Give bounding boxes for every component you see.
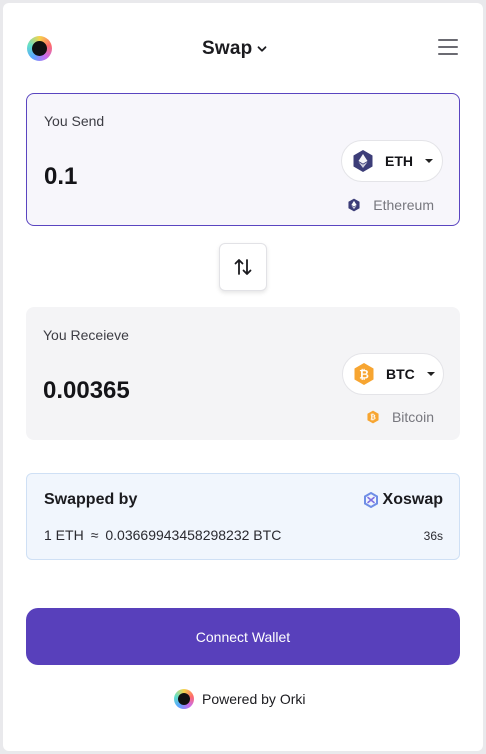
send-card: You Send 0.1 ETH Ethereum: [26, 93, 460, 226]
orki-logo-icon: [27, 36, 52, 61]
ethereum-icon: [348, 198, 360, 212]
send-token-selector[interactable]: ETH: [341, 140, 443, 182]
receive-card: You Receieve 0.00365 ₿ BTC ₿ Bitcoin: [26, 307, 460, 440]
swap-widget: Swap You Send 0.1 ETH Ethereum You Recei…: [3, 3, 483, 751]
receive-token-selector[interactable]: ₿ BTC: [342, 353, 444, 395]
rate-approx-symbol: ≈: [90, 527, 99, 543]
route-label: Swapped by: [44, 491, 138, 508]
receive-network: ₿ Bitcoin: [366, 409, 434, 425]
receive-label: You Receieve: [43, 327, 129, 343]
caret-down-icon: [425, 159, 433, 163]
send-network: Ethereum: [347, 197, 434, 213]
svg-text:₿: ₿: [370, 414, 376, 422]
page-title: Swap: [202, 38, 253, 59]
ethereum-icon: [353, 150, 373, 172]
caret-down-icon: [426, 372, 435, 376]
swap-mode-dropdown[interactable]: Swap: [202, 37, 268, 61]
rate-to: 0.03669943458298232 BTC: [105, 527, 282, 543]
powered-by-text: Powered by Orki: [202, 691, 306, 707]
hamburger-menu-icon[interactable]: [438, 39, 458, 57]
receive-amount: 0.00365: [43, 377, 130, 404]
bitcoin-icon: ₿: [367, 410, 379, 424]
chevron-down-icon: [258, 46, 267, 52]
send-network-name: Ethereum: [373, 197, 434, 213]
receive-token-symbol: BTC: [386, 366, 415, 382]
xoswap-logo-icon: [363, 492, 378, 508]
send-amount-input[interactable]: 0.1: [44, 163, 77, 191]
orki-logo-icon: [174, 689, 194, 709]
connect-wallet-button[interactable]: Connect Wallet: [26, 608, 460, 665]
exchange-rate: 1 ETH ≈ 0.03669943458298232 BTC: [44, 527, 281, 543]
bitcoin-icon: ₿: [354, 363, 374, 385]
rate-from: 1 ETH: [44, 527, 84, 543]
powered-by-footer[interactable]: Powered by Orki: [174, 689, 305, 709]
send-label: You Send: [44, 113, 105, 129]
swap-direction-button[interactable]: [219, 243, 267, 291]
receive-network-name: Bitcoin: [391, 409, 434, 425]
route-info-card: Swapped by Xoswap 1 ETH ≈ 0.036699434582…: [26, 473, 460, 560]
route-provider[interactable]: Xoswap: [363, 491, 443, 509]
swap-arrows-icon: [234, 259, 252, 275]
quote-timer: 36s: [423, 529, 443, 543]
provider-name: Xoswap: [382, 491, 443, 508]
svg-text:₿: ₿: [359, 368, 369, 382]
send-token-symbol: ETH: [385, 153, 413, 169]
